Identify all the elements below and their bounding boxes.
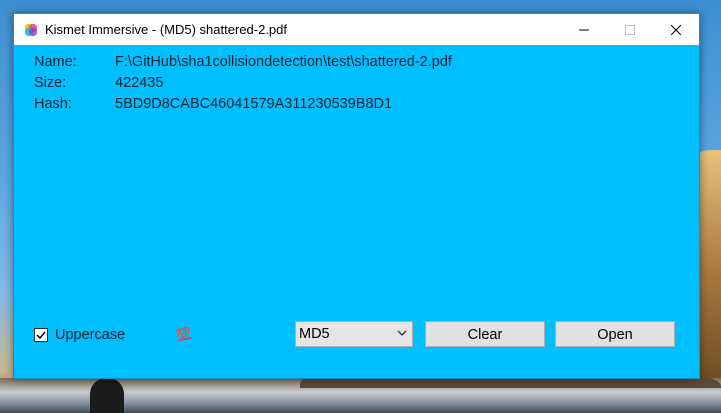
- hundred-points-icon: 💯: [174, 325, 193, 343]
- close-button[interactable]: [653, 14, 699, 45]
- minimize-icon: [579, 29, 589, 30]
- hash-value: 5BD9D8CABC46041579A311230539B8D1: [115, 96, 393, 112]
- minimize-button[interactable]: [561, 14, 607, 45]
- size-label: Size:: [34, 75, 67, 91]
- maximize-icon: [625, 24, 635, 35]
- size-value: 422435: [115, 75, 164, 91]
- file-info-panel: Name: F:\GitHub\sha1collisiondetection\t…: [34, 52, 452, 115]
- name-label: Name:: [34, 54, 77, 70]
- window-title: Kismet Immersive - (MD5) shattered-2.pdf: [45, 22, 288, 37]
- checkbox-box[interactable]: [34, 328, 48, 342]
- bottom-toolbar: Uppercase 💯 MD5 Clear Open: [14, 320, 699, 348]
- close-icon: [671, 24, 681, 35]
- size-row: Size: 422435: [34, 73, 452, 94]
- hash-label: Hash:: [34, 96, 72, 112]
- hash-row: Hash: 5BD9D8CABC46041579A311230539B8D1: [34, 94, 452, 115]
- open-button[interactable]: Open: [555, 321, 675, 347]
- name-value: F:\GitHub\sha1collisiondetection\test\sh…: [115, 54, 452, 70]
- checkmark-icon: [36, 331, 46, 340]
- title-bar[interactable]: Kismet Immersive - (MD5) shattered-2.pdf: [14, 14, 699, 45]
- uppercase-label: Uppercase: [55, 327, 126, 343]
- wallpaper-figure: [90, 378, 124, 413]
- app-logo-icon: [23, 22, 39, 38]
- app-window: Kismet Immersive - (MD5) shattered-2.pdf…: [13, 13, 700, 379]
- uppercase-checkbox[interactable]: Uppercase: [34, 327, 125, 343]
- algorithm-selected-value: MD5: [299, 326, 330, 342]
- maximize-button[interactable]: [607, 14, 653, 45]
- clear-button[interactable]: Clear: [425, 321, 545, 347]
- name-row: Name: F:\GitHub\sha1collisiondetection\t…: [34, 52, 452, 73]
- algorithm-select[interactable]: MD5: [295, 321, 413, 347]
- chevron-down-icon: [397, 330, 407, 336]
